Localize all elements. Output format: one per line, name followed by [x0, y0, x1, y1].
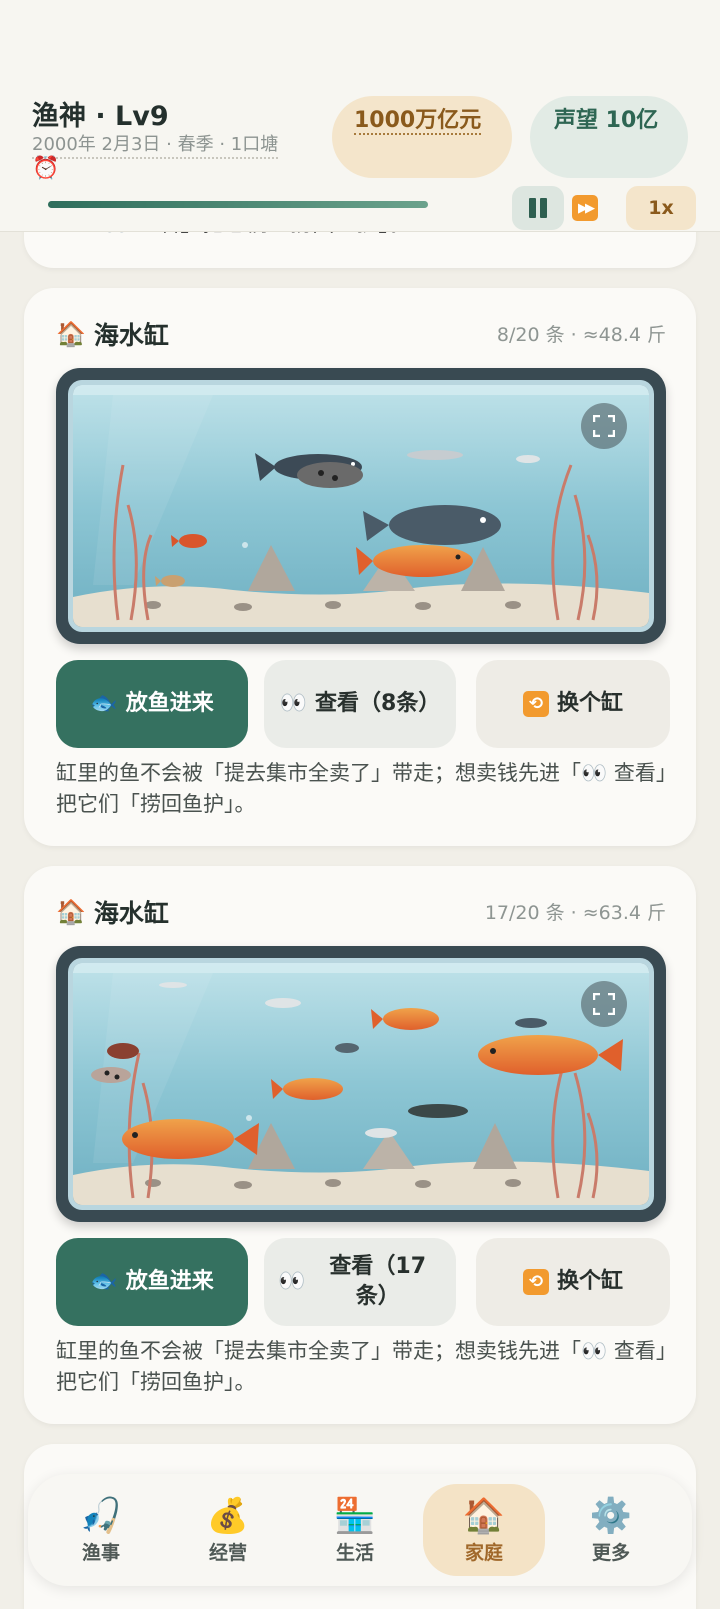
nav-item-family[interactable]: 🏠 家庭	[423, 1484, 545, 1576]
pause-button[interactable]	[512, 186, 564, 230]
tank-card: 🏠 海水缸 8/20 条 · ≈48.4 斤 🐟 放鱼进来 👀 查看（8条） ⟲…	[24, 288, 696, 846]
fish-icon: 🐟	[90, 1269, 118, 1294]
view-fish-label: 查看（17条）	[329, 1254, 427, 1309]
view-fish-label: 查看（8条）	[315, 691, 441, 716]
tank-title: 🏠 海水缸	[56, 316, 169, 352]
tank-capacity: 17/20 条 · ≈63.4 斤	[484, 902, 666, 924]
bottom-navigation: 🎣 渔事 💰 经营 🏪 生活 🏠 家庭 ⚙️ 更多	[28, 1474, 692, 1586]
store-icon: 🏪	[333, 1495, 377, 1536]
nav-label: 生活	[335, 1541, 374, 1564]
repeat-icon: ⟲	[522, 691, 549, 717]
alarm-clock-icon[interactable]: ⏰	[32, 156, 59, 181]
nav-item-more[interactable]: ⚙️ 更多	[550, 1484, 672, 1576]
aquarium-scene	[73, 385, 649, 627]
pause-icon-bar	[540, 198, 547, 218]
release-fish-label: 放鱼进来	[125, 1269, 214, 1294]
house-icon: 🏠	[56, 898, 86, 926]
player-title: 渔神 · Lv9	[32, 101, 169, 132]
tank-title: 🏠 海水缸	[56, 894, 169, 930]
house-icon: 🏠	[56, 320, 86, 348]
swap-tank-label: 换个缸	[556, 1269, 623, 1294]
tank-capacity: 8/20 条 · ≈48.4 斤	[496, 324, 666, 346]
tank-title-text: 海水缸	[93, 899, 169, 928]
game-date[interactable]: 2000年 2月3日 · 春季 · 1口塘	[32, 130, 279, 159]
tank-note: 缸里的鱼不会被「提去集市全卖了」带走；想卖钱先进「👀 查看」把它们「捞回鱼护」。	[56, 1339, 667, 1394]
money-value: 1000万亿元	[354, 108, 482, 135]
house-icon: 🏠	[462, 1495, 506, 1536]
nav-item-life[interactable]: 🏪 生活	[294, 1484, 416, 1576]
nav-label: 更多	[591, 1541, 630, 1564]
fame-badge[interactable]: 声望 10亿	[530, 96, 688, 178]
nav-label: 经营	[208, 1541, 247, 1564]
tank-actions: 🐟 放鱼进来 👀 查看（8条） ⟲ 换个缸	[56, 660, 670, 748]
tank-note: 缸里的鱼不会被「提去集市全卖了」带走；想卖钱先进「👀 查看」把它们「捞回鱼护」。	[56, 761, 667, 816]
tank-actions: 🐟 放鱼进来 👀 查看（17条） ⟲ 换个缸	[56, 1238, 670, 1326]
aquarium-water	[68, 380, 654, 632]
expand-icon	[593, 993, 615, 1015]
eyes-icon: 👀	[278, 1269, 306, 1294]
nav-item-fishing[interactable]: 🎣 渔事	[40, 1484, 162, 1576]
aquarium-water	[68, 958, 654, 1210]
aquarium-scene	[73, 963, 649, 1205]
gear-icon: ⚙️	[589, 1495, 633, 1536]
swap-tank-button[interactable]: ⟲ 换个缸	[476, 660, 670, 748]
tank-card-header: 🏠 海水缸 8/20 条 · ≈48.4 斤	[56, 316, 666, 350]
eyes-icon: 👀	[279, 691, 308, 716]
fast-forward-button[interactable]: ▶▶	[566, 186, 604, 230]
swap-tank-button[interactable]: ⟲ 换个缸	[476, 1238, 670, 1326]
release-fish-button[interactable]: 🐟 放鱼进来	[56, 660, 248, 748]
money-bag-icon: 💰	[206, 1495, 250, 1536]
repeat-icon: ⟲	[522, 1269, 549, 1295]
view-fish-button[interactable]: 👀 查看（8条）	[264, 660, 456, 748]
nav-label: 渔事	[81, 1541, 120, 1564]
aquarium-view[interactable]	[56, 946, 666, 1222]
money-badge[interactable]: 1000万亿元	[332, 96, 512, 178]
nav-label: 家庭	[464, 1541, 503, 1564]
view-fish-button[interactable]: 👀 查看（17条）	[264, 1238, 456, 1326]
day-progress-bar	[48, 201, 428, 208]
expand-icon	[593, 415, 615, 437]
release-fish-label: 放鱼进来	[125, 691, 214, 716]
release-fish-button[interactable]: 🐟 放鱼进来	[56, 1238, 248, 1326]
pause-icon	[529, 198, 536, 218]
tank-card-header: 🏠 海水缸 17/20 条 · ≈63.4 斤	[56, 894, 666, 928]
fast-forward-icon: ▶▶	[572, 195, 598, 221]
fishing-icon: 🎣	[79, 1495, 123, 1536]
swap-tank-label: 换个缸	[556, 691, 623, 716]
fish-icon: 🐟	[90, 691, 118, 716]
top-status-bar: 渔神 · Lv9 2000年 2月3日 · 春季 · 1口塘 ⏰ 1000万亿元…	[0, 0, 720, 232]
tank-title-text: 海水缸	[93, 321, 169, 350]
aquarium-view[interactable]	[56, 368, 666, 644]
nav-item-business[interactable]: 💰 经营	[167, 1484, 289, 1576]
tank-card: 🏠 海水缸 17/20 条 · ≈63.4 斤 🐟 放鱼进来 👀 查看（17条）…	[24, 866, 696, 1424]
fullscreen-button[interactable]	[581, 403, 627, 449]
day-progress-fill	[48, 201, 428, 208]
fullscreen-button[interactable]	[581, 981, 627, 1027]
fish-spotted-fish	[297, 462, 363, 488]
speed-button[interactable]: 1x	[626, 186, 696, 230]
